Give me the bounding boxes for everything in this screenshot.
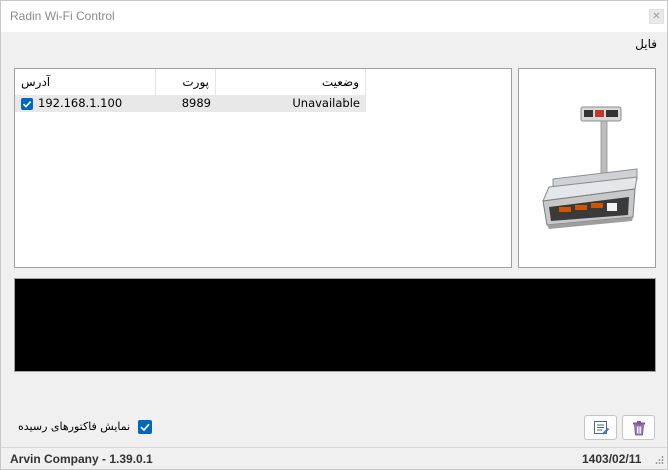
show-invoices-checkbox[interactable] bbox=[138, 420, 152, 434]
window-title: Radin Wi-Fi Control bbox=[10, 9, 115, 23]
app-window: Radin Wi-Fi Control ✕ فایل آدرس پورت وضع… bbox=[0, 0, 668, 470]
title-bar: Radin Wi-Fi Control ✕ bbox=[1, 1, 667, 32]
column-header-port[interactable]: پورت bbox=[156, 69, 216, 95]
resize-grip-icon[interactable] bbox=[654, 455, 664, 465]
company-version: Arvin Company - 1.39.0.1 bbox=[10, 452, 153, 466]
cell-address: 192.168.1.100 bbox=[38, 96, 123, 110]
checkmark-icon bbox=[22, 101, 32, 108]
invoice-icon bbox=[594, 421, 610, 435]
delete-button[interactable] bbox=[622, 415, 655, 440]
column-header-status[interactable]: وضعیت bbox=[216, 69, 366, 95]
row-checkbox[interactable] bbox=[21, 98, 33, 110]
menu-file[interactable]: فایل bbox=[635, 37, 657, 51]
checkmark-icon bbox=[140, 423, 150, 432]
invoice-button[interactable] bbox=[584, 415, 617, 440]
column-header-address[interactable]: آدرس bbox=[15, 69, 156, 95]
price-scale-image bbox=[542, 106, 638, 229]
show-invoices-label[interactable]: نمایش فاکتورهای رسیده bbox=[18, 420, 130, 434]
close-button[interactable]: ✕ bbox=[649, 9, 664, 24]
device-list[interactable]: آدرس پورت وضعیت 192.168.1.100 8989 Unava… bbox=[14, 68, 512, 268]
cell-status: Unavailable bbox=[292, 96, 360, 110]
table-row[interactable]: 192.168.1.100 8989 Unavailable bbox=[15, 95, 366, 112]
device-image-panel bbox=[518, 68, 656, 268]
status-bar: Arvin Company - 1.39.0.1 1403/02/11 bbox=[1, 447, 667, 469]
menu-bar: فایل bbox=[1, 32, 667, 56]
close-icon: ✕ bbox=[652, 11, 661, 22]
cell-port: 8989 bbox=[181, 96, 211, 110]
trash-icon bbox=[633, 421, 645, 436]
log-console[interactable] bbox=[14, 278, 656, 372]
status-date: 1403/02/11 bbox=[582, 452, 642, 466]
